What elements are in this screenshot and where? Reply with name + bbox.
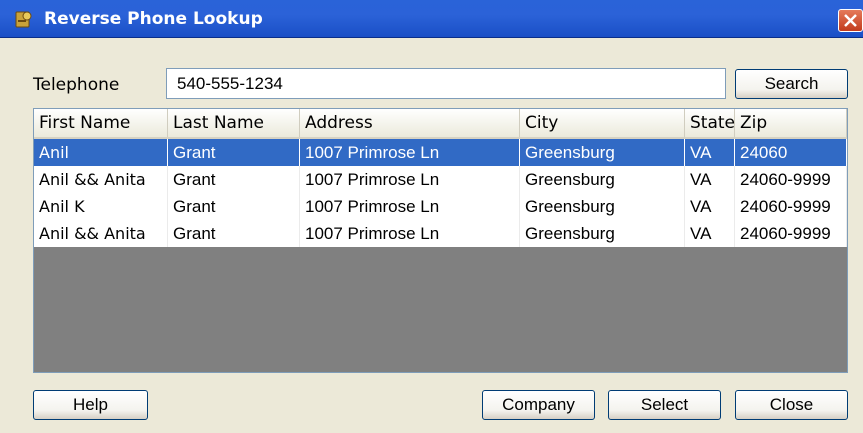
cell-state: VA <box>685 139 735 166</box>
cell-address: 1007 Primrose Ln <box>300 139 520 166</box>
search-button-label: Search <box>764 74 819 93</box>
column-header-address[interactable]: Address <box>300 109 520 137</box>
close-button[interactable]: Close <box>735 390 848 420</box>
cell-state: VA <box>685 166 735 193</box>
column-header-state[interactable]: State <box>685 109 735 137</box>
cell-state: VA <box>685 193 735 220</box>
column-header-city[interactable]: City <box>520 109 685 137</box>
cell-city: Greensburg <box>520 193 685 220</box>
cell-last-name: Grant <box>168 193 300 220</box>
results-list[interactable]: First Name Last Name Address City State … <box>33 108 848 373</box>
cell-city: Greensburg <box>520 139 685 166</box>
select-button-label: Select <box>640 395 689 414</box>
window-title: Reverse Phone Lookup <box>44 9 263 29</box>
title-bar[interactable]: Reverse Phone Lookup <box>0 0 863 38</box>
cell-state: VA <box>685 220 735 247</box>
select-button[interactable]: Select <box>608 390 721 420</box>
cell-last-name: Grant <box>168 139 300 166</box>
list-header: First Name Last Name Address City State … <box>34 109 847 139</box>
cell-first-name: Anil && Anita <box>34 220 168 247</box>
column-header-last-name[interactable]: Last Name <box>168 109 300 137</box>
cell-first-name: Anil K <box>34 193 168 220</box>
cell-first-name: Anil && Anita <box>34 166 168 193</box>
reverse-phone-lookup-window: Reverse Phone Lookup Telephone Search Fi… <box>0 0 863 433</box>
table-row[interactable]: Anil Grant 1007 Primrose Ln Greensburg V… <box>34 139 847 166</box>
company-button[interactable]: Company <box>482 390 595 420</box>
table-row[interactable]: Anil && Anita Grant 1007 Primrose Ln Gre… <box>34 166 847 193</box>
cell-address: 1007 Primrose Ln <box>300 166 520 193</box>
column-header-first-name[interactable]: First Name <box>34 109 168 137</box>
help-button-label: Help <box>73 395 108 414</box>
telephone-label: Telephone <box>33 75 120 95</box>
cell-city: Greensburg <box>520 166 685 193</box>
close-button-label: Close <box>769 395 814 414</box>
table-row[interactable]: Anil && Anita Grant 1007 Primrose Ln Gre… <box>34 220 847 247</box>
cell-address: 1007 Primrose Ln <box>300 220 520 247</box>
cell-zip: 24060-9999 <box>735 193 847 220</box>
help-button[interactable]: Help <box>33 390 148 420</box>
close-window-button[interactable] <box>838 9 863 32</box>
company-button-label: Company <box>502 395 575 414</box>
table-row[interactable]: Anil K Grant 1007 Primrose Ln Greensburg… <box>34 193 847 220</box>
cell-last-name: Grant <box>168 220 300 247</box>
cell-address: 1007 Primrose Ln <box>300 193 520 220</box>
cell-zip: 24060 <box>735 139 847 166</box>
search-button[interactable]: Search <box>735 69 848 99</box>
cell-last-name: Grant <box>168 166 300 193</box>
cell-zip: 24060-9999 <box>735 220 847 247</box>
column-header-zip[interactable]: Zip <box>735 109 847 137</box>
cell-city: Greensburg <box>520 220 685 247</box>
telephone-input[interactable] <box>166 68 726 99</box>
close-icon <box>844 14 857 27</box>
cell-first-name: Anil <box>34 139 168 166</box>
cell-zip: 24060-9999 <box>735 166 847 193</box>
phone-book-icon <box>14 9 34 29</box>
